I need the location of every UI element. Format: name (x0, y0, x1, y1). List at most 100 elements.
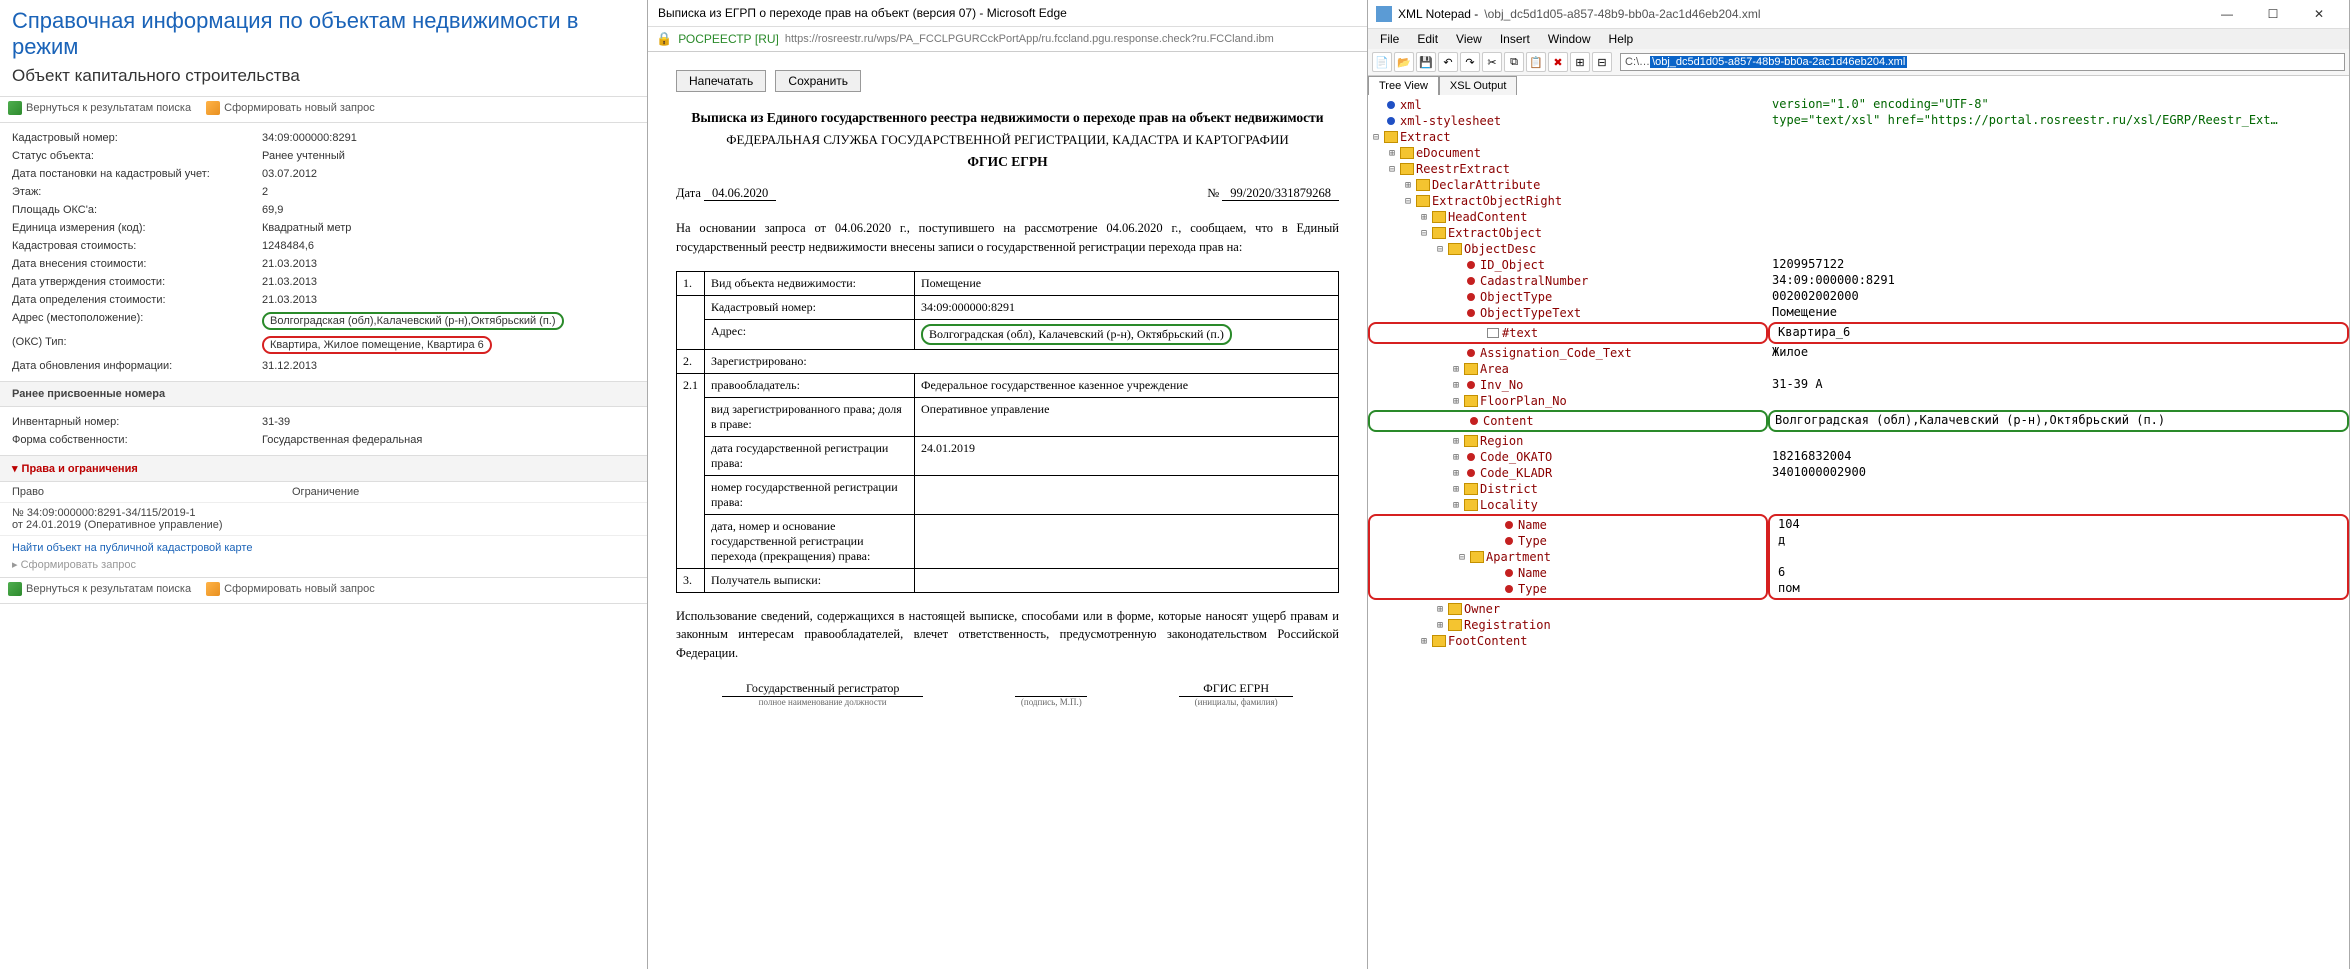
new-file-button[interactable]: 📄 (1372, 52, 1392, 72)
value-cell[interactable] (1768, 433, 2349, 449)
expand-icon[interactable]: ⊞ (1450, 468, 1462, 479)
value-cell[interactable]: 34:09:000000:8291 (1768, 273, 2349, 289)
value-cell[interactable] (1768, 361, 2349, 377)
maximize-button[interactable]: ☐ (2251, 4, 2295, 24)
tree-node[interactable]: Name (1374, 517, 1762, 533)
value-cell[interactable]: version="1.0" encoding="UTF-8" (1768, 97, 2349, 113)
tree-node[interactable]: CadastralNumber (1368, 273, 1768, 289)
tree-node[interactable]: ObjectType (1368, 289, 1768, 305)
save-button[interactable]: Сохранить (775, 70, 861, 92)
tree-node[interactable]: ⊞eDocument (1368, 145, 1768, 161)
expand-button[interactable]: ⊞ (1570, 52, 1590, 72)
tree-node[interactable]: Name (1374, 565, 1762, 581)
minimize-button[interactable]: ― (2205, 4, 2249, 24)
new-request-link-2[interactable]: Сформировать новый запрос (206, 582, 375, 596)
menu-help[interactable]: Help (1601, 30, 1642, 48)
expand-icon[interactable]: ⊞ (1450, 500, 1462, 511)
cut-button[interactable]: ✂ (1482, 52, 1502, 72)
delete-button[interactable]: ✖ (1548, 52, 1568, 72)
tree-node[interactable]: ⊞Region (1368, 433, 1768, 449)
expand-icon[interactable]: ⊞ (1450, 484, 1462, 495)
expand-icon[interactable]: ⊞ (1418, 212, 1430, 223)
value-cell[interactable]: 104 (1774, 517, 2343, 533)
back-to-results-link-2[interactable]: Вернуться к результатам поиска (8, 582, 191, 596)
tree-node[interactable]: Content (1371, 413, 1765, 429)
open-button[interactable]: 📂 (1394, 52, 1414, 72)
tree-node[interactable]: ⊟Extract (1368, 129, 1768, 145)
value-cell[interactable]: 18216832004 (1768, 449, 2349, 465)
value-cell[interactable] (1768, 241, 2349, 257)
copy-button[interactable]: ⧉ (1504, 52, 1524, 72)
tree-node[interactable]: ⊞Inv_No (1368, 377, 1768, 393)
expand-icon[interactable]: ⊞ (1450, 436, 1462, 447)
tree-node[interactable]: ⊞Area (1368, 361, 1768, 377)
tree-node[interactable]: ⊞DeclarAttribute (1368, 177, 1768, 193)
tree-node[interactable]: ⊟ObjectDesc (1368, 241, 1768, 257)
expand-icon[interactable]: ⊞ (1450, 396, 1462, 407)
value-cell[interactable]: Помещение (1768, 305, 2349, 321)
value-cell[interactable]: type="text/xsl" href="https://portal.ros… (1768, 113, 2349, 129)
section-rights[interactable]: ▾Права и ограничения (0, 455, 647, 482)
tree-node[interactable]: #text (1374, 325, 1762, 341)
collapse-button[interactable]: ⊟ (1592, 52, 1612, 72)
tree-node[interactable]: ⊟ExtractObject (1368, 225, 1768, 241)
expand-icon[interactable]: ⊞ (1418, 636, 1430, 647)
tree-node[interactable]: Type (1374, 581, 1762, 597)
menu-view[interactable]: View (1448, 30, 1490, 48)
back-to-results-link[interactable]: Вернуться к результатам поиска (8, 101, 191, 115)
find-on-map-link[interactable]: Найти объект на публичной кадастровой ка… (12, 542, 635, 554)
close-button[interactable]: ✕ (2297, 4, 2341, 24)
menu-edit[interactable]: Edit (1409, 30, 1446, 48)
expand-icon[interactable]: ⊟ (1386, 164, 1398, 175)
tree-node[interactable]: ⊟ExtractObjectRight (1368, 193, 1768, 209)
expand-icon[interactable]: ⊟ (1456, 552, 1468, 563)
value-cell[interactable]: 002002002000 (1768, 289, 2349, 305)
value-cell[interactable]: Жилое (1768, 345, 2349, 361)
tree-node[interactable]: ⊞FloorPlan_No (1368, 393, 1768, 409)
tree-node[interactable]: ⊞Code_OKATO (1368, 449, 1768, 465)
value-cell[interactable] (1768, 225, 2349, 241)
expand-icon[interactable]: ⊟ (1370, 132, 1382, 143)
value-cell[interactable]: д (1774, 533, 2343, 549)
tab-tree-view[interactable]: Tree View (1368, 76, 1439, 95)
paste-button[interactable]: 📋 (1526, 52, 1546, 72)
value-cell[interactable]: 1209957122 (1768, 257, 2349, 273)
expand-icon[interactable]: ⊞ (1450, 452, 1462, 463)
value-cell[interactable]: 6 (1774, 565, 2343, 581)
undo-button[interactable]: ↶ (1438, 52, 1458, 72)
tree-node[interactable]: ⊟Apartment (1374, 549, 1762, 565)
save-button[interactable]: 💾 (1416, 52, 1436, 72)
tree-node[interactable]: xml-stylesheet (1368, 113, 1768, 129)
value-cell[interactable] (1768, 393, 2349, 409)
tree-node[interactable]: ⊞HeadContent (1368, 209, 1768, 225)
tree-node[interactable]: ⊟ReestrExtract (1368, 161, 1768, 177)
print-button[interactable]: Напечатать (676, 70, 766, 92)
value-cell[interactable] (1768, 177, 2349, 193)
tree-node[interactable]: Type (1374, 533, 1762, 549)
value-cell[interactable] (1768, 193, 2349, 209)
value-cell[interactable] (1768, 497, 2349, 513)
menu-window[interactable]: Window (1540, 30, 1599, 48)
tree-node[interactable]: ⊞Code_KLADR (1368, 465, 1768, 481)
tree-node[interactable]: ObjectTypeText (1368, 305, 1768, 321)
value-cell[interactable]: Квартира_6 (1774, 325, 2343, 341)
expand-icon[interactable]: ⊞ (1434, 604, 1446, 615)
tree-node[interactable]: ⊞Owner (1368, 601, 1768, 617)
tree-node[interactable]: xml (1368, 97, 1768, 113)
value-cell[interactable]: Волгоградская (обл),Калачевский (р-н),Ок… (1771, 413, 2346, 429)
value-cell[interactable] (1768, 129, 2349, 145)
value-cell[interactable]: 3401000002900 (1768, 465, 2349, 481)
tree-column[interactable]: xmlxml-stylesheet⊟Extract⊞eDocument⊟Rees… (1368, 95, 1768, 969)
expand-icon[interactable]: ⊞ (1434, 620, 1446, 631)
value-cell[interactable] (1774, 549, 2343, 565)
expand-icon[interactable]: ⊟ (1434, 244, 1446, 255)
tree-node[interactable]: ⊞FootContent (1368, 633, 1768, 649)
menu-insert[interactable]: Insert (1492, 30, 1538, 48)
menu-file[interactable]: File (1372, 30, 1407, 48)
value-cell[interactable] (1768, 161, 2349, 177)
value-column[interactable]: version="1.0" encoding="UTF-8"type="text… (1768, 95, 2349, 969)
expand-icon[interactable]: ⊟ (1402, 196, 1414, 207)
tree-node[interactable]: ⊞District (1368, 481, 1768, 497)
value-cell[interactable] (1768, 601, 2349, 617)
expand-icon[interactable]: ⊞ (1450, 380, 1462, 391)
